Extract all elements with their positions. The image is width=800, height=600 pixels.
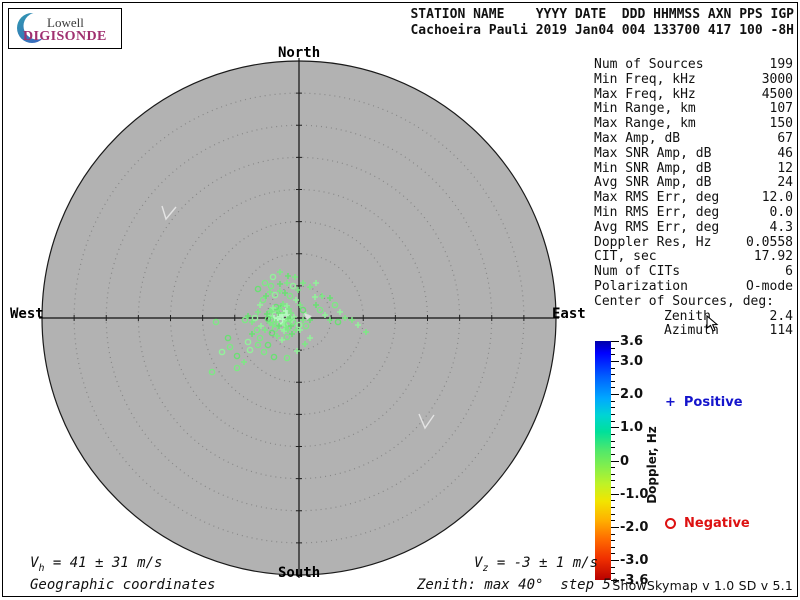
stat-value: 0.0558 — [746, 236, 793, 251]
stat-label: Max Range, km — [594, 117, 696, 132]
stat-label: Min Range, km — [594, 102, 696, 117]
legend-positive: + Positive — [665, 395, 743, 410]
stat-row: Avg SNR Amp, dB 24 — [594, 176, 793, 191]
station-header: STATION NAME YYYY DATE DDD HHMMSS AXN PP… — [394, 7, 794, 39]
stat-label: Avg SNR Amp, dB — [594, 176, 711, 191]
stat-label: Max RMS Err, deg — [594, 191, 719, 206]
stat-row: Max Range, km 150 — [594, 117, 793, 132]
legend-negative-label: Negative — [684, 516, 750, 531]
vertical-velocity-value: Vz = -3 ± 1 m/s — [474, 555, 598, 574]
stat-row: Zenith 2.4 — [594, 310, 793, 325]
stat-row: Center of Sources, deg: — [594, 295, 793, 310]
stat-row: Polarization O-mode — [594, 280, 793, 295]
stat-row: Doppler Res, Hz 0.0558 — [594, 236, 793, 251]
coordinates-note: Geographic coordinates — [30, 577, 215, 593]
compass-label-east: East — [552, 306, 586, 322]
stat-label: Zenith — [594, 310, 711, 325]
zenith-scale-note: Zenith: max 40° step 5° — [417, 577, 619, 593]
stat-label: Num of CITs — [594, 265, 680, 280]
stat-row: Num of CITs 6 — [594, 265, 793, 280]
stat-row: Max SNR Amp, dB 46 — [594, 147, 793, 162]
stat-value: 12.0 — [762, 191, 793, 206]
stat-value: 107 — [770, 102, 793, 117]
horizontal-velocity-value: Vh = 41 ± 31 m/s — [30, 555, 162, 574]
header-columns-line: STATION NAME YYYY DATE DDD HHMMSS AXN PP… — [410, 7, 794, 22]
doppler-colorbar — [595, 341, 611, 580]
stat-value: 2.4 — [770, 310, 793, 325]
stat-value: 150 — [770, 117, 793, 132]
stat-label: Min SNR Amp, dB — [594, 162, 711, 177]
stat-label: Num of Sources — [594, 58, 704, 73]
stat-value: 46 — [777, 147, 793, 162]
header-values-line: Cachoeira Pauli 2019 Jan04 004 133700 41… — [410, 23, 794, 38]
compass-label-north: North — [278, 45, 320, 61]
stat-label: Min Freq, kHz — [594, 73, 696, 88]
stat-row: Max Amp, dB 67 — [594, 132, 793, 147]
stat-label: Polarization — [594, 280, 688, 295]
stat-value: 17.92 — [754, 250, 793, 265]
stat-value: 114 — [770, 324, 793, 339]
logo-text-digisonde: DIGISONDE — [23, 29, 107, 45]
lowell-digisonde-logo: Lowell DIGISONDE — [8, 8, 122, 49]
stat-value: 4500 — [762, 88, 793, 103]
stat-row: Avg RMS Err, deg 4.3 — [594, 221, 793, 236]
stat-row: CIT, sec 17.92 — [594, 250, 793, 265]
stat-row: Max Freq, kHz 4500 — [594, 88, 793, 103]
stat-row: Min RMS Err, deg 0.0 — [594, 206, 793, 221]
stat-row: Min Freq, kHz 3000 — [594, 73, 793, 88]
colorbar-axis-title: Doppler, Hz — [645, 426, 659, 504]
stat-label: Azimuth — [594, 324, 719, 339]
stat-row: Min Range, km 107 — [594, 102, 793, 117]
stat-value: 199 — [770, 58, 793, 73]
stat-row: Azimuth 114 — [594, 324, 793, 339]
stats-panel: Num of Sources199Min Freq, kHz3000Max Fr… — [594, 58, 793, 339]
compass-label-west: West — [10, 306, 44, 322]
version-note: ShowSkymap v 1.0 SD v 5.1 — [612, 578, 793, 593]
stat-value: 0.0 — [770, 206, 793, 221]
stat-label: CIT, sec — [594, 250, 657, 265]
stat-label: Center of Sources, deg: — [594, 295, 774, 310]
stat-value: 3000 — [762, 73, 793, 88]
stat-label: Max SNR Amp, dB — [594, 147, 711, 162]
stat-value: O-mode — [746, 280, 793, 295]
stat-label: Doppler Res, Hz — [594, 236, 711, 251]
stat-row: Min SNR Amp, dB 12 — [594, 162, 793, 177]
stat-value: 24 — [777, 176, 793, 191]
stat-label: Max Amp, dB — [594, 132, 680, 147]
stat-label: Avg RMS Err, deg — [594, 221, 719, 236]
stat-label: Min RMS Err, deg — [594, 206, 719, 221]
stat-value: 67 — [777, 132, 793, 147]
circle-icon — [665, 518, 676, 529]
mouse-cursor-icon — [706, 315, 720, 333]
skymap-window: Lowell DIGISONDE STATION NAME YYYY DATE … — [0, 0, 800, 600]
compass-label-south: South — [278, 565, 320, 581]
legend-positive-label: Positive — [684, 395, 743, 410]
stat-value: 12 — [777, 162, 793, 177]
stat-row: Num of Sources 199 — [594, 58, 793, 73]
stat-row: Max RMS Err, deg 12.0 — [594, 191, 793, 206]
stat-value: 6 — [785, 265, 793, 280]
plus-icon: + — [665, 395, 676, 410]
stat-value: 4.3 — [770, 221, 793, 236]
legend-negative: Negative — [665, 516, 750, 531]
stat-label: Max Freq, kHz — [594, 88, 696, 103]
